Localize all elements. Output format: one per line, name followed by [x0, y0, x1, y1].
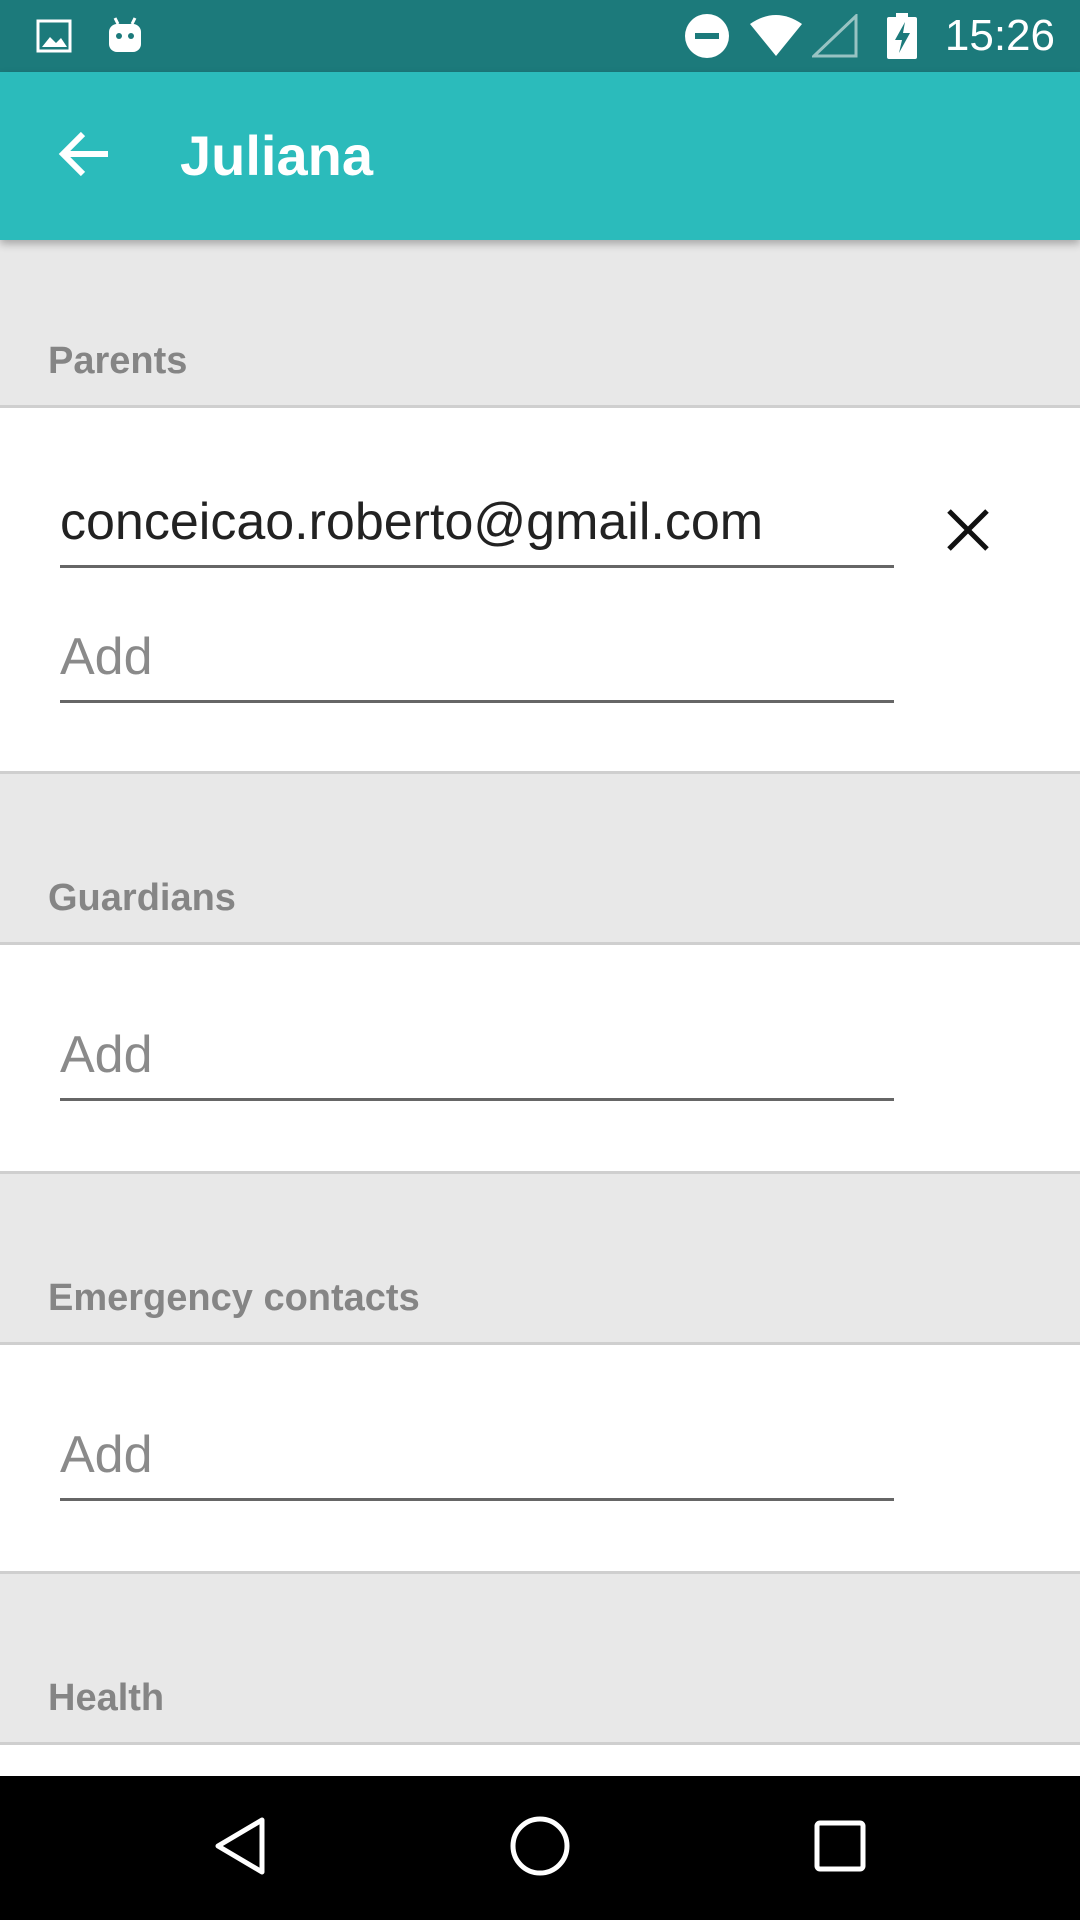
add-guardian-input[interactable] — [60, 1020, 894, 1090]
add-parent-field — [60, 622, 894, 703]
add-emergency-contact-input[interactable] — [60, 1420, 894, 1490]
screen: 15:26 Juliana Parents conceicao.roberto@… — [0, 0, 1080, 1920]
section-body-guardians — [0, 945, 1080, 1174]
section-label-health: Health — [48, 1677, 165, 1719]
page-title: Juliana — [180, 124, 373, 187]
back-button[interactable] — [40, 112, 128, 200]
section-label-parents: Parents — [48, 340, 188, 382]
cellular-signal-icon — [812, 0, 858, 72]
status-clock: 15:26 — [944, 11, 1055, 60]
home-circle-icon — [509, 1815, 571, 1882]
section-header-health: Health — [0, 1574, 1080, 1745]
status-bar: 15:26 — [0, 0, 1080, 72]
nav-home-button[interactable] — [468, 1776, 612, 1920]
add-emergency-contact-field — [60, 1420, 894, 1501]
section-header-emergency-contacts: Emergency contacts — [0, 1174, 1080, 1345]
app-bar: Juliana — [0, 72, 1080, 240]
section-label-emergency-contacts: Emergency contacts — [48, 1277, 420, 1319]
nav-back-button[interactable] — [168, 1776, 312, 1920]
arrow-back-icon — [58, 131, 110, 182]
add-guardian-field — [60, 1020, 894, 1101]
section-body-emergency-contacts — [0, 1345, 1080, 1574]
battery-charging-icon — [886, 0, 918, 72]
section-header-parents: Parents — [0, 240, 1080, 408]
parent-email-field — [60, 487, 894, 568]
nav-recents-button[interactable] — [768, 1776, 912, 1920]
parent-email-input[interactable] — [60, 487, 894, 557]
wifi-icon — [748, 0, 804, 72]
section-label-guardians: Guardians — [48, 877, 236, 919]
section-header-guardians: Guardians — [0, 774, 1080, 945]
close-icon — [945, 507, 991, 558]
remove-parent-button[interactable] — [924, 488, 1012, 576]
navigation-bar — [0, 1776, 1080, 1920]
image-icon — [36, 0, 72, 72]
do-not-disturb-icon — [684, 0, 730, 72]
android-icon — [106, 0, 144, 72]
section-body-parents — [0, 408, 1080, 774]
recents-square-icon — [813, 1819, 867, 1878]
add-parent-input[interactable] — [60, 622, 894, 692]
back-triangle-icon — [212, 1816, 268, 1881]
